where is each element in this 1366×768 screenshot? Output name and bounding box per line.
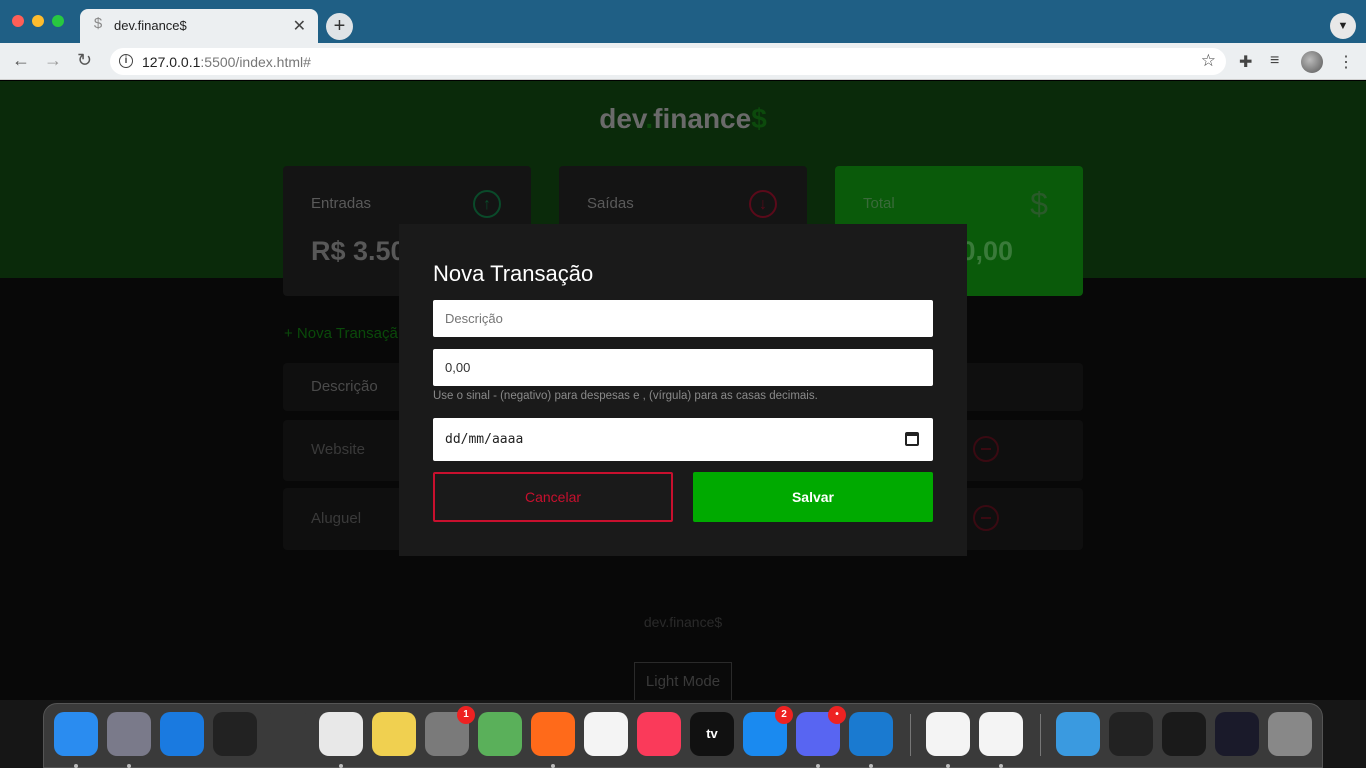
income-value: R$ 3.50 <box>311 236 406 266</box>
macos-dock: 1 tv 2 • <box>43 703 1323 768</box>
notification-badge: • <box>828 706 846 724</box>
close-tab-icon[interactable]: ✕ <box>293 16 306 36</box>
reload-icon[interactable]: ↻ <box>77 50 92 71</box>
back-icon[interactable]: ← <box>12 50 30 71</box>
running-indicator <box>816 764 820 768</box>
running-indicator <box>127 764 131 768</box>
running-indicator <box>74 764 78 768</box>
footer-brand: dev.finance$ <box>643 614 723 630</box>
browser-toolbar: ← → ↻ i 127.0.0.1:5500/index.html# ☆ ✚ ≡… <box>0 43 1366 80</box>
income-label: Entradas <box>311 195 372 212</box>
close-window-button[interactable] <box>12 15 24 27</box>
date-placeholder: dd/mm/aaaa <box>445 432 524 447</box>
mongodb-icon[interactable] <box>926 712 970 768</box>
url-text: 127.0.0.1:5500/index.html# <box>142 54 311 70</box>
notification-badge: 1 <box>457 706 475 724</box>
new-tab-button[interactable]: + <box>326 13 353 40</box>
light-mode-button[interactable]: Light Mode <box>634 662 732 701</box>
address-bar[interactable]: i 127.0.0.1:5500/index.html# ☆ <box>110 48 1226 75</box>
column-header-description: Descrição <box>311 378 378 395</box>
dollar-icon: $ <box>1030 186 1048 222</box>
running-indicator <box>869 764 873 768</box>
running-indicator <box>339 764 343 768</box>
window-thumb-icon[interactable] <box>1162 712 1206 756</box>
rocket-icon[interactable] <box>107 712 151 768</box>
forward-icon[interactable]: → <box>44 50 62 71</box>
moon-icon[interactable] <box>979 712 1023 768</box>
tab-title: dev.finance$ <box>114 18 187 33</box>
chrome-icon[interactable] <box>319 712 363 768</box>
folder-icon[interactable] <box>1056 712 1100 756</box>
remove-transaction-icon[interactable] <box>973 505 999 531</box>
total-label: Total <box>863 195 895 212</box>
firefox-icon[interactable] <box>531 712 575 768</box>
remove-transaction-icon[interactable] <box>973 436 999 462</box>
notification-badge: 2 <box>775 706 793 724</box>
dock-separator <box>1040 714 1041 756</box>
transaction-description: Website <box>311 441 365 458</box>
trash-icon[interactable] <box>1268 712 1312 756</box>
vscode-icon[interactable] <box>849 712 893 768</box>
site-info-icon[interactable]: i <box>119 54 133 68</box>
total-value: 0,00 <box>960 236 1013 266</box>
browser-tab-bar: $ dev.finance$ ✕ + ▼ <box>0 0 1366 43</box>
profile-avatar[interactable] <box>1301 51 1323 73</box>
finder-icon[interactable] <box>54 712 98 768</box>
maps-icon[interactable] <box>478 712 522 756</box>
dock-separator <box>910 714 911 756</box>
running-indicator <box>946 764 950 768</box>
running-indicator <box>551 764 555 768</box>
tab-search-icon[interactable]: ▼ <box>1330 13 1356 39</box>
bookmark-star-icon[interactable]: ☆ <box>1201 51 1216 71</box>
arrow-down-icon: ↓ <box>749 190 777 218</box>
calendar-icon[interactable] <box>905 432 919 446</box>
expense-label: Saídas <box>587 195 634 212</box>
tab-favicon-icon: $ <box>93 15 103 32</box>
app-icon[interactable] <box>213 712 257 756</box>
amount-hint: Use o sinal - (negativo) para despesas e… <box>433 390 818 402</box>
menu-icon[interactable]: ⋮ <box>1338 52 1354 72</box>
safari-icon[interactable] <box>160 712 204 756</box>
transaction-description: Aluguel <box>311 510 362 527</box>
new-transaction-modal: Nova Transação Descrição 0,00 Use o sina… <box>399 224 967 556</box>
media-control-icon[interactable]: ≡ <box>1270 52 1279 70</box>
arrow-up-icon: ↑ <box>473 190 501 218</box>
description-input[interactable]: Descrição <box>433 300 933 337</box>
amount-input[interactable]: 0,00 <box>433 349 933 386</box>
gear-icon[interactable]: 1 <box>425 706 475 756</box>
date-input[interactable]: dd/mm/aaaa <box>433 418 933 461</box>
question-icon[interactable] <box>266 712 310 756</box>
new-transaction-link[interactable]: + Nova Transaçã <box>284 325 398 342</box>
window-thumb-icon[interactable] <box>1215 712 1259 756</box>
browser-tab[interactable]: $ dev.finance$ ✕ <box>80 9 318 43</box>
modal-title: Nova Transação <box>433 261 594 286</box>
extensions-icon[interactable]: ✚ <box>1239 52 1252 72</box>
maximize-window-button[interactable] <box>52 15 64 27</box>
discord-icon[interactable]: • <box>796 706 846 768</box>
save-button[interactable]: Salvar <box>693 472 933 522</box>
app-logo: dev.finance$ <box>599 103 767 134</box>
cancel-button[interactable]: Cancelar <box>433 472 673 522</box>
appstore-icon[interactable]: 2 <box>743 706 793 756</box>
tv-icon[interactable]: tv <box>690 712 734 756</box>
minimize-window-button[interactable] <box>32 15 44 27</box>
music-icon[interactable] <box>637 712 681 756</box>
photos-icon[interactable] <box>584 712 628 756</box>
notes-icon[interactable] <box>372 712 416 756</box>
window-thumb-icon[interactable] <box>1109 712 1153 756</box>
running-indicator <box>999 764 1003 768</box>
